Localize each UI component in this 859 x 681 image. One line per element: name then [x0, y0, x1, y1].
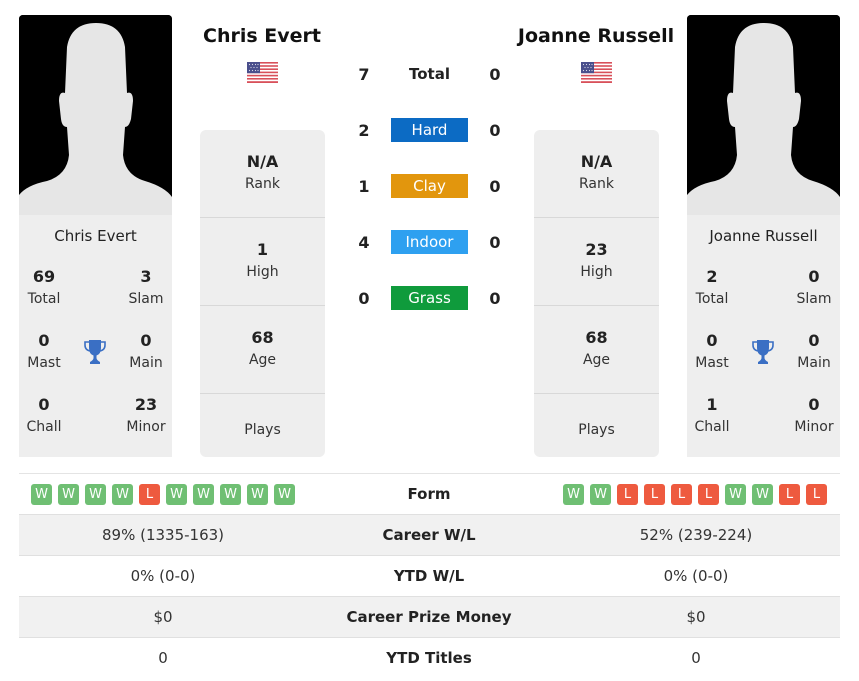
- h2h-row-indoor: 4 Indoor 0: [340, 230, 520, 254]
- player-photo-left: [19, 15, 172, 215]
- titles-mast-left: 0 Mast: [27, 331, 61, 371]
- surface-badge-hard[interactable]: Hard: [391, 118, 468, 142]
- rank-cell-left: N/A Rank: [200, 130, 325, 218]
- titles-total-left: 69 Total: [27, 267, 61, 307]
- avatar-silhouette-icon: [687, 15, 840, 215]
- high-cell-left: 1 High: [200, 218, 325, 306]
- form-badge-loss[interactable]: L: [698, 484, 719, 505]
- rank-cell-right: N/A Rank: [534, 130, 659, 218]
- avatar-silhouette-icon: [19, 15, 172, 215]
- form-badge-win[interactable]: W: [58, 484, 79, 505]
- player-name-right[interactable]: Joanne Russell: [687, 227, 840, 245]
- form-badge-win[interactable]: W: [193, 484, 214, 505]
- high-cell-right: 23 High: [534, 218, 659, 306]
- player-titles-card-right: Joanne Russell 2 Total 0 Slam 0 Mast 0 Main …: [687, 215, 840, 457]
- form-badge-loss[interactable]: L: [617, 484, 638, 505]
- surface-badge-clay[interactable]: Clay: [391, 174, 468, 198]
- form-badge-win[interactable]: W: [85, 484, 106, 505]
- stat-row-ytd-titles: 0 YTD Titles 0: [19, 637, 840, 678]
- stat-row-career-wl: 89% (1335-163) Career W/L 52% (239-224): [19, 514, 840, 555]
- titles-minor-right: 0 Minor: [794, 395, 834, 435]
- form-badge-win[interactable]: W: [31, 484, 52, 505]
- player-photo-right: [687, 15, 840, 215]
- surface-badge-grass[interactable]: Grass: [391, 286, 468, 310]
- player-info-card-right: N/A Rank 23 High 68 Age Plays: [534, 130, 659, 457]
- stat-row-prize-money: $0 Career Prize Money $0: [19, 596, 840, 637]
- titles-total-right: 2 Total: [695, 267, 729, 307]
- form-badge-win[interactable]: W: [274, 484, 295, 505]
- titles-minor-left: 23 Minor: [126, 395, 166, 435]
- form-badge-win[interactable]: W: [220, 484, 241, 505]
- form-badge-win[interactable]: W: [247, 484, 268, 505]
- trophy-icon: [84, 339, 106, 365]
- form-badge-loss[interactable]: L: [139, 484, 160, 505]
- h2h-row-total: 7 Total 0: [340, 62, 520, 86]
- form-badge-loss[interactable]: L: [779, 484, 800, 505]
- stat-row-ytd-wl: 0% (0-0) YTD W/L 0% (0-0): [19, 555, 840, 596]
- h2h-row-grass: 0 Grass 0: [340, 286, 520, 310]
- h2h-row-hard: 2 Hard 0: [340, 118, 520, 142]
- plays-cell-right: Plays: [578, 422, 615, 438]
- player-heading-right[interactable]: Joanne Russell: [508, 25, 684, 47]
- age-cell-right: 68 Age: [534, 306, 659, 394]
- form-badges-left: WWWWLWWWWW: [31, 484, 295, 505]
- form-badge-win[interactable]: W: [725, 484, 746, 505]
- player-info-card-left: N/A Rank 1 High 68 Age Plays: [200, 130, 325, 457]
- age-cell-left: 68 Age: [200, 306, 325, 394]
- form-badge-win[interactable]: W: [166, 484, 187, 505]
- form-badge-win[interactable]: W: [752, 484, 773, 505]
- trophy-icon: [752, 339, 774, 365]
- form-badge-win[interactable]: W: [563, 484, 584, 505]
- titles-slam-left: 3 Slam: [128, 267, 164, 307]
- h2h-row-clay: 1 Clay 0: [340, 174, 520, 198]
- us-flag-icon: [247, 62, 278, 83]
- titles-chall-left: 0 Chall: [26, 395, 62, 435]
- form-row: WWWWLWWWWW Form WWLLLLWWLL: [19, 473, 840, 514]
- titles-mast-right: 0 Mast: [695, 331, 729, 371]
- form-badge-loss[interactable]: L: [806, 484, 827, 505]
- form-badge-loss[interactable]: L: [644, 484, 665, 505]
- form-label: Form: [407, 485, 451, 503]
- titles-main-right: 0 Main: [797, 331, 831, 371]
- titles-slam-right: 0 Slam: [796, 267, 832, 307]
- form-badge-win[interactable]: W: [590, 484, 611, 505]
- plays-cell-left: Plays: [244, 422, 281, 438]
- surface-badge-indoor[interactable]: Indoor: [391, 230, 468, 254]
- form-badge-win[interactable]: W: [112, 484, 133, 505]
- us-flag-icon: [581, 62, 612, 83]
- player-heading-left[interactable]: Chris Evert: [192, 25, 332, 47]
- player-name-left[interactable]: Chris Evert: [19, 227, 172, 245]
- surface-label-total: Total: [409, 65, 450, 83]
- form-badges-right: WWLLLLWWLL: [563, 484, 827, 505]
- titles-main-left: 0 Main: [129, 331, 163, 371]
- player-titles-card-left: Chris Evert 69 Total 3 Slam 0 Mast 0 Main 0C…: [19, 215, 172, 457]
- form-badge-loss[interactable]: L: [671, 484, 692, 505]
- titles-chall-right: 1 Chall: [694, 395, 730, 435]
